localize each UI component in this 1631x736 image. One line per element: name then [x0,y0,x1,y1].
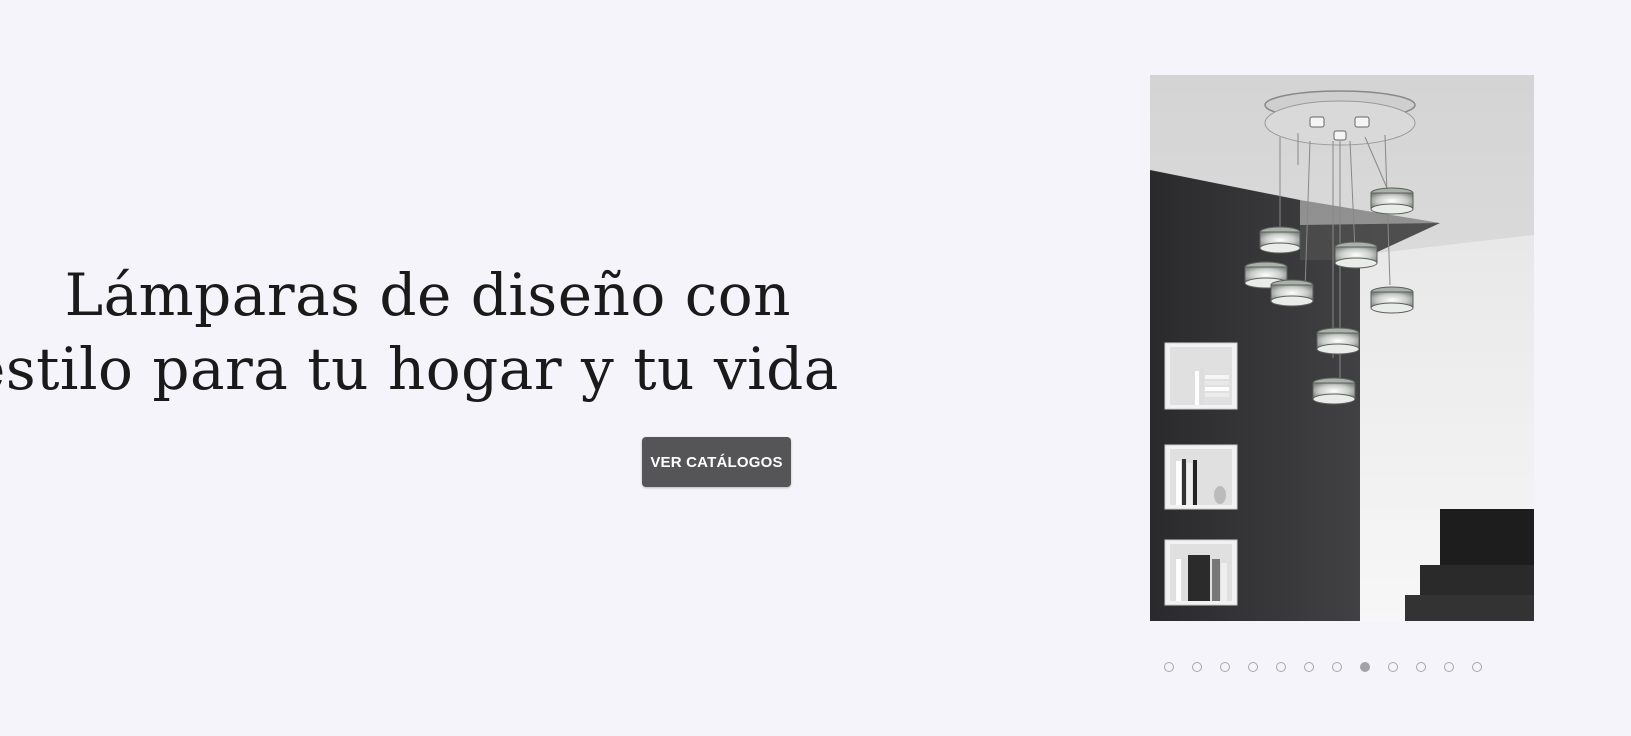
carousel-dot-7[interactable] [1332,662,1342,672]
carousel-dot-11[interactable] [1444,662,1454,672]
carousel-dot-6[interactable] [1304,662,1314,672]
carousel-slide-image [1150,75,1534,621]
carousel-dot-10[interactable] [1416,662,1426,672]
carousel-pagination [1164,662,1482,672]
hero-headline: Lámparas de diseño con estilo para tu ho… [0,258,839,406]
carousel-dot-9[interactable] [1388,662,1398,672]
carousel-dot-5[interactable] [1276,662,1286,672]
view-catalogs-button[interactable]: VER CATÁLOGOS [642,437,791,487]
carousel-dot-4[interactable] [1248,662,1258,672]
carousel-dot-1[interactable] [1164,662,1174,672]
headline-line-2: estilo para tu hogar y tu vida [0,335,839,403]
carousel-dot-12[interactable] [1472,662,1482,672]
hero-text-block: Lámparas de diseño con estilo para tu ho… [0,258,839,406]
carousel-dot-2[interactable] [1192,662,1202,672]
carousel-dot-8[interactable] [1360,662,1370,672]
headline-line-1: Lámparas de diseño con [64,261,791,329]
carousel-dot-3[interactable] [1220,662,1230,672]
